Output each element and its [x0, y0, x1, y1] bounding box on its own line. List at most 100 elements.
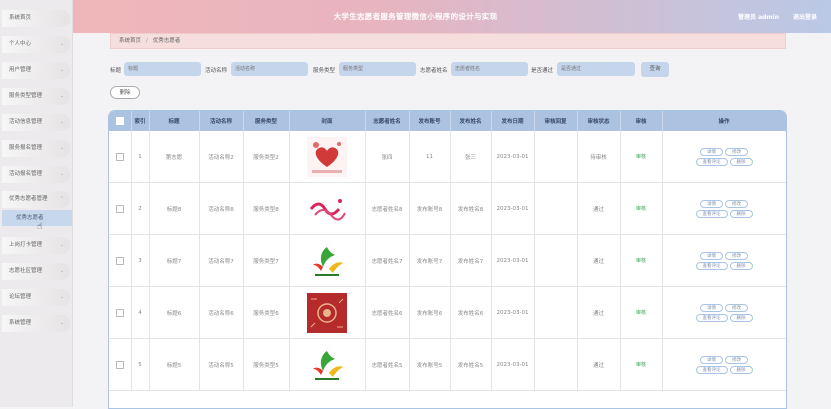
index-cell: 2	[131, 182, 150, 235]
status-cell: 通过	[577, 234, 621, 287]
type-cell: 服务类型6	[243, 286, 290, 339]
audit-cell: 审核	[620, 234, 663, 287]
volunteer-name-input[interactable]	[451, 62, 528, 76]
row-select-cell[interactable]	[109, 131, 132, 183]
sidebar-item-home[interactable]: 系统首页	[2, 10, 70, 27]
detail-button[interactable]: 详情	[700, 303, 723, 312]
volunteer-cell: 张四	[365, 131, 410, 183]
title-cell: 标题8	[149, 182, 200, 235]
search-button[interactable]: 查询	[641, 62, 669, 77]
row-checkbox[interactable]	[115, 308, 124, 317]
audit-link[interactable]: 审核	[636, 310, 646, 316]
activity-cell: 活动名称2	[199, 131, 244, 183]
row-select-cell[interactable]	[109, 286, 132, 339]
activity-input[interactable]	[231, 62, 308, 76]
chevron-up-icon: ⌃	[59, 196, 64, 202]
view-comments-button[interactable]: 查看评论	[695, 313, 728, 322]
table-row: 1 第志愿 活动名称2 服务类型2 张四 11 张三 2023-03-01 待审核 审核 详情 修改查…	[109, 131, 786, 183]
row-checkbox[interactable]	[115, 256, 124, 265]
audit-cell: 审核	[620, 338, 663, 391]
volunteer-cell: 志愿者姓名6	[365, 286, 410, 339]
cover-image	[307, 240, 347, 281]
audit-link[interactable]: 审核	[636, 206, 646, 212]
audit-link[interactable]: 审核	[636, 154, 646, 160]
detail-button[interactable]: 详情	[700, 251, 723, 260]
activity-cell: 活动名称8	[199, 182, 244, 235]
row-delete-button[interactable]: 删除	[729, 365, 753, 374]
sidebar-item-community[interactable]: 志愿社区管理 ⌄	[2, 263, 70, 280]
detail-button[interactable]: 详情	[700, 355, 723, 364]
index-cell: 5	[131, 338, 150, 391]
publisher-cell: 发布姓名5	[450, 338, 492, 391]
edit-button[interactable]: 修改	[725, 147, 748, 156]
column-header: 服务类型	[243, 111, 290, 131]
sidebar-item-label: 志愿社区管理	[9, 268, 43, 274]
index-cell: 4	[131, 286, 150, 339]
reply-cell	[534, 338, 578, 391]
sidebar-item-profile[interactable]: 个人中心 ⌄	[2, 36, 70, 53]
operations-cell: 详情 修改 查看评论 删除	[662, 131, 786, 183]
volunteer-name-label: 志愿者姓名	[420, 68, 448, 74]
audit-link[interactable]: 审核	[636, 258, 646, 264]
edit-button[interactable]: 修改	[725, 355, 748, 364]
service-type-label: 服务类型	[313, 68, 336, 74]
column-header: 审核回复	[534, 111, 578, 131]
sidebar-item-forum[interactable]: 论坛管理 ⌄	[2, 289, 70, 306]
detail-button[interactable]: 详情	[700, 147, 723, 156]
row-checkbox[interactable]	[115, 152, 124, 161]
breadcrumb-current: 优秀志愿者	[152, 38, 181, 44]
chevron-down-icon: ⌄	[59, 93, 64, 99]
edit-button[interactable]: 修改	[725, 303, 748, 312]
view-comments-button[interactable]: 查看评论	[695, 365, 728, 374]
audit-cell: 审核	[620, 286, 663, 339]
select-all-checkbox[interactable]	[115, 117, 124, 125]
sidebar-item-label: 系统首页	[9, 15, 32, 21]
row-select-cell[interactable]	[109, 182, 132, 235]
title-input[interactable]	[124, 62, 201, 76]
sidebar-item-label: 系统管理	[9, 320, 32, 326]
cover-image	[307, 292, 347, 333]
sidebar-item-checkin[interactable]: 上岗打卡管理 ⌄	[2, 237, 70, 254]
logout-link[interactable]: 退出登录	[793, 12, 817, 21]
sidebar-item-label: 服务报名管理	[9, 145, 43, 151]
view-comments-button[interactable]: 查看评论	[695, 209, 728, 218]
row-delete-button[interactable]: 删除	[729, 261, 753, 270]
table-row: 3 标题7 活动名称7 服务类型7 志愿者姓名7 发布账号7 发布姓名7 2023-03-01…	[109, 234, 786, 287]
sidebar-item-excellent-volunteers[interactable]: 优秀志愿者管理 ⌃	[2, 191, 70, 208]
status-cell: 通过	[577, 338, 621, 391]
sidebar-item-service-types[interactable]: 服务类型管理 ⌄	[2, 88, 70, 105]
row-delete-button[interactable]: 删除	[729, 313, 753, 322]
edit-button[interactable]: 修改	[725, 199, 748, 208]
edit-button[interactable]: 修改	[725, 251, 748, 260]
view-comments-button[interactable]: 查看评论	[695, 157, 728, 166]
cover-cell	[289, 338, 366, 391]
row-select-cell[interactable]	[109, 338, 132, 391]
sidebar-item-activity-signup[interactable]: 活动报名管理 ⌄	[2, 166, 70, 183]
row-delete-button[interactable]: 删除	[729, 209, 753, 218]
row-delete-button[interactable]: 删除	[729, 157, 753, 166]
detail-button[interactable]: 详情	[700, 199, 723, 208]
approved-label: 是否通过	[531, 68, 554, 74]
cover-image	[307, 136, 347, 177]
audit-link[interactable]: 审核	[636, 362, 646, 368]
breadcrumb-home[interactable]: 系统首页	[119, 38, 141, 44]
sidebar-item-system[interactable]: 系统管理 ⌄	[2, 315, 70, 332]
app-title: 大学生志愿者服务管理微信小程序的设计与实现	[333, 12, 498, 21]
reply-cell	[534, 182, 578, 235]
chevron-down-icon: ⌄	[59, 145, 64, 151]
row-select-cell[interactable]	[109, 234, 132, 287]
view-comments-button[interactable]: 查看评论	[695, 261, 728, 270]
table-header-row: 索引 标题 活动名称 服务类型 封面 志愿者姓名 发布账号 发布姓名 发布日期 …	[109, 111, 786, 131]
delete-button[interactable]: 删除	[110, 86, 140, 99]
sidebar-item-service-signup[interactable]: 服务报名管理 ⌄	[2, 140, 70, 157]
approved-input[interactable]	[557, 62, 635, 76]
type-cell: 服务类型2	[243, 131, 290, 183]
column-header: 封面	[289, 111, 366, 131]
select-all-header[interactable]	[109, 111, 132, 131]
activity-cell: 活动名称5	[199, 338, 244, 391]
sidebar-item-activities[interactable]: 活动信息管理 ⌄	[2, 114, 70, 131]
volunteer-cell: 志愿者姓名8	[365, 182, 410, 235]
row-checkbox[interactable]	[115, 360, 124, 369]
service-type-input[interactable]	[339, 62, 416, 76]
row-checkbox[interactable]	[115, 204, 124, 213]
